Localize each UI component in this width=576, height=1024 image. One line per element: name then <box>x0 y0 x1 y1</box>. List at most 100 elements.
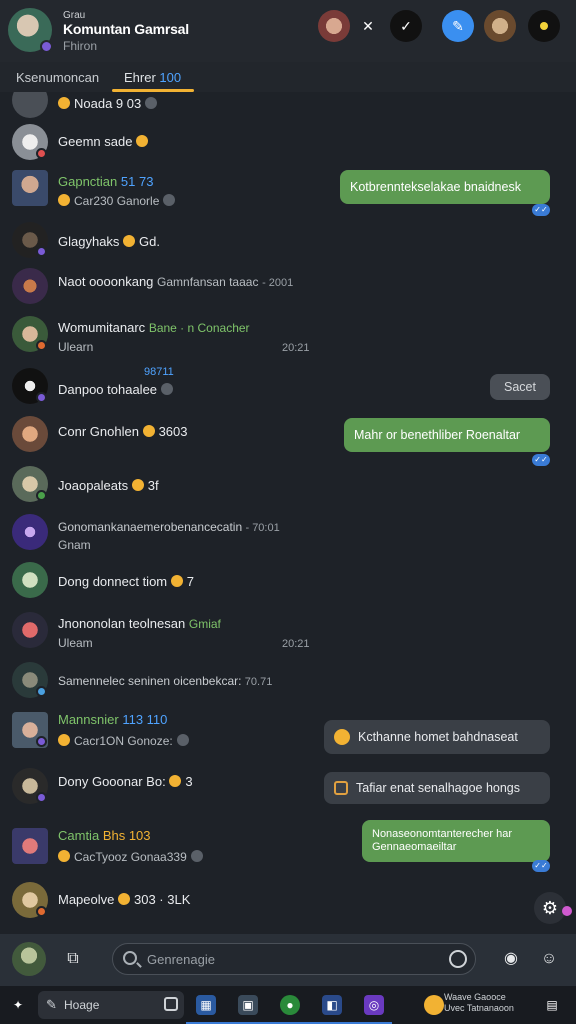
bubble-text: Nonaseonomtanterecher har <box>372 828 513 840</box>
message-preview: Uleam <box>58 636 93 650</box>
user-avatar[interactable] <box>12 942 46 976</box>
shuffle-icon[interactable]: ✕ <box>352 10 384 42</box>
contact-tag: 98711 <box>144 366 174 378</box>
chip-icon <box>176 734 189 746</box>
status-badge <box>40 40 53 53</box>
camera-icon[interactable]: ◉ <box>500 948 522 970</box>
contact-tag: 7 <box>186 574 194 589</box>
contact-name: Gonomankanaemerobenancecatin <box>58 520 243 534</box>
chat-status: Fhiron <box>63 39 98 53</box>
bubble-text: Kcthanne homet bahdnaseat <box>358 730 518 744</box>
notification-line-1: Waave Gaooce <box>444 992 506 1002</box>
contact-tag: 303 · 3LK <box>134 892 191 907</box>
weather-icon[interactable] <box>424 995 444 1015</box>
chat-app-icon[interactable]: ◎ <box>364 995 384 1015</box>
contact-name: Samennelec seninen oicenbekcar: <box>58 674 242 688</box>
contact-tag: Bhs 103 <box>102 828 151 843</box>
chat-bubble-outgoing[interactable]: Mahr or benethliber Roenaltar <box>344 418 550 452</box>
contact-name: Glagyhaks <box>58 234 120 249</box>
image-icon[interactable]: ▣ <box>238 995 258 1015</box>
contact-tag: 113 110 <box>122 712 168 727</box>
tab-other[interactable]: Ehrer 100 <box>124 70 181 85</box>
emoji-icon <box>58 194 70 206</box>
tab-members[interactable]: Ksenumoncan <box>16 70 99 85</box>
taskbar-search[interactable]: ✎ Hoage <box>38 991 184 1019</box>
contact-name: Noada 9 03 <box>74 96 142 111</box>
contact-tag: Gmiaf <box>188 617 221 631</box>
check-icon[interactable]: ✓ <box>390 10 422 42</box>
tab-bar: Ksenumoncan Ehrer 100 <box>0 62 576 92</box>
app-circle-icon[interactable]: ● <box>280 995 300 1015</box>
member-avatar-icon[interactable] <box>318 10 350 42</box>
message-time: 70.71 <box>244 676 273 688</box>
contact-name: Mannsnier <box>58 712 119 727</box>
bubble-text: Tafiar enat senalhagoe hongs <box>356 781 521 795</box>
badge-icon <box>36 246 47 257</box>
settings-gear-icon[interactable]: ⚙ <box>534 892 566 924</box>
chat-bubble-pill[interactable]: Sacet <box>490 374 550 400</box>
attach-icon[interactable]: ⧉ <box>62 948 84 970</box>
emoji-icon <box>131 479 144 491</box>
message-input[interactable]: Genrenagie <box>112 943 476 975</box>
contact-tag: 3 <box>185 774 193 789</box>
contact-name: Jnononolan teolnesan <box>58 616 186 631</box>
emoji-icon <box>169 775 182 787</box>
app-window-icon[interactable]: ◧ <box>322 995 342 1015</box>
notification-center-icon[interactable]: ▤ <box>542 995 562 1015</box>
emoji-icon <box>118 893 130 905</box>
read-receipt-icon: ✓✓ <box>532 204 550 216</box>
window-icon[interactable]: ▦ <box>196 995 216 1015</box>
chat-bubble-incoming[interactable]: Kcthanne homet bahdnaseat <box>324 720 550 754</box>
notification-dot <box>562 906 572 916</box>
contact-name: Gapnctian <box>58 174 118 189</box>
badge-icon <box>36 736 47 747</box>
badge-icon <box>36 792 47 803</box>
chat-bubble-outgoing[interactable]: Kotbrenntekselakae bnaidnesk <box>340 170 550 204</box>
badge-icon <box>36 490 47 501</box>
read-receipt-icon: ✓✓ <box>532 454 550 466</box>
square-icon <box>164 997 178 1011</box>
contact-tag: Bane · n Conacher <box>148 321 250 335</box>
chat-bubble-incoming[interactable]: Tafiar enat senalhagoe hongs <box>324 772 550 804</box>
chip-icon <box>161 383 174 395</box>
start-icon[interactable]: ✦ <box>8 995 28 1015</box>
taskbar-notification[interactable]: Waave Gaooce Uvec Tatnanaoon <box>444 992 514 1014</box>
avatar <box>12 92 48 118</box>
document-icon <box>334 781 348 795</box>
chip-icon <box>145 97 158 109</box>
composer-bar: ⧉ Genrenagie ◉ ☺ <box>0 934 576 986</box>
avatar <box>12 514 48 550</box>
emoji-picker-icon[interactable]: ☺ <box>538 948 560 970</box>
contact-name: Camtia <box>58 828 100 843</box>
avatar <box>12 268 48 304</box>
contact-name: Mapeolve <box>58 892 115 907</box>
contact-tag: 51 73 <box>120 174 154 189</box>
message-time: 20:21 <box>282 638 310 650</box>
message-preview: Car230 Ganorle <box>74 194 160 208</box>
emoji-icon <box>58 850 70 862</box>
message-time: - 70:01 <box>245 522 280 534</box>
emoji-icon <box>142 425 155 437</box>
taskbar-search-label: Hoage <box>64 998 100 1012</box>
emoji-icon <box>334 729 350 745</box>
tab-other-label: Ehrer <box>124 70 156 85</box>
badge-icon <box>36 340 47 351</box>
contact-name: Naot oooonkang <box>58 274 154 289</box>
message-list[interactable]: Noada 9 03 Geemn sade Gapnctian 51 73 Ca… <box>0 92 576 934</box>
sticker-icon[interactable] <box>449 950 467 968</box>
badge-icon <box>36 148 47 159</box>
contact-name: Dony Gooonar Bo: <box>58 774 166 789</box>
chat-title[interactable]: Komuntan Gamrsal <box>63 21 189 37</box>
badge-icon <box>36 906 47 917</box>
status-dot-icon[interactable] <box>528 10 560 42</box>
profile-avatar-icon[interactable] <box>484 10 516 42</box>
contact-name: Conr Gnohlen <box>58 424 139 439</box>
search-icon <box>123 951 137 965</box>
chat-bubble-outgoing[interactable]: Nonaseonomtanterecher har Gennaeomaeilta… <box>362 820 550 862</box>
call-icon[interactable]: ✎ <box>442 10 474 42</box>
read-receipt-icon: ✓✓ <box>532 860 550 872</box>
chat-header: Grau Komuntan Gamrsal Fhiron ✕ ✓ ✎ <box>0 0 576 62</box>
tab-other-count: 100 <box>159 70 182 85</box>
avatar <box>12 170 48 206</box>
contact-name: Womumitanarc <box>58 320 146 335</box>
